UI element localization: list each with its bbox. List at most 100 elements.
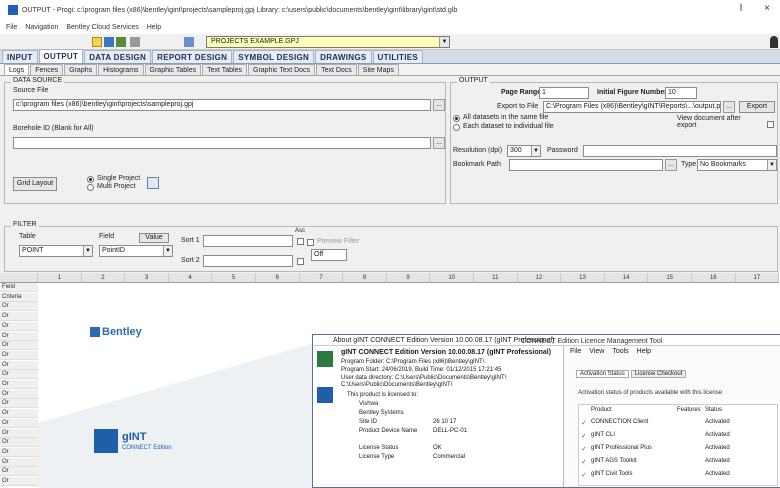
user-icon[interactable] [770, 36, 778, 48]
tab-drawings[interactable]: DRAWINGS [315, 50, 372, 63]
project-combo[interactable]: PROJECTS EXAMPLE.GPJ ▼ [206, 36, 450, 48]
subtab-fences[interactable]: Fences [30, 64, 64, 75]
sort2-asc-checkbox[interactable] [297, 258, 304, 265]
grid-row-header[interactable]: Or [0, 418, 38, 428]
bookmark-type-combo[interactable]: No Bookmarks ▼ [697, 159, 777, 171]
grid-column-header[interactable]: 1 [38, 273, 82, 283]
password-input[interactable] [583, 145, 777, 157]
grid-row-header[interactable]: Or [0, 477, 38, 486]
tab-license-checkout[interactable]: License Checkout [630, 370, 687, 378]
license-menu-file[interactable]: File [570, 348, 581, 355]
license-menu-help[interactable]: Help [637, 348, 651, 355]
subtab-site-maps[interactable]: Site Maps [357, 64, 399, 75]
grid-row-header[interactable]: Or [0, 409, 38, 419]
grid-row-header[interactable]: Or [0, 380, 38, 389]
grid-column-header[interactable]: 3 [125, 273, 169, 283]
grid-row-header[interactable]: Or [0, 467, 38, 477]
grid-row-header[interactable]: Or [0, 350, 38, 360]
preview-filter-checkbox[interactable] [307, 239, 314, 246]
chevron-down-icon[interactable]: ▼ [163, 246, 172, 256]
project-settings-icon[interactable] [147, 177, 159, 189]
open-icon[interactable] [104, 37, 114, 47]
grid-row-header[interactable]: Or [0, 428, 38, 438]
grid-column-header[interactable]: 6 [256, 273, 300, 283]
grid-column-header[interactable]: 7 [299, 273, 344, 283]
close-button[interactable]: × [760, 3, 774, 17]
grid-row-header[interactable]: Or [0, 360, 38, 370]
grid-row-header[interactable]: Or [0, 447, 38, 457]
view-document-checkbox[interactable] [767, 121, 774, 128]
each-dataset-radio[interactable] [453, 124, 460, 131]
print-icon[interactable] [130, 37, 140, 47]
tab-output[interactable]: OUTPUT [38, 49, 84, 63]
single-project-radio[interactable] [87, 176, 94, 183]
grid-layout-button[interactable]: Grid Layout [13, 177, 57, 191]
chevron-down-icon[interactable]: ▼ [439, 37, 449, 47]
tab-report-design[interactable]: REPORT DESIGN [152, 50, 233, 63]
minimize-button[interactable]: ǀ [734, 3, 748, 17]
subtab-histograms[interactable]: Histograms [98, 64, 144, 75]
license-menu-view[interactable]: View [589, 348, 604, 355]
grid-row-header[interactable]: Or [0, 438, 38, 448]
borehole-browse-button[interactable]: ... [433, 137, 445, 149]
bookmark-path-input[interactable] [509, 159, 663, 171]
resolution-combo[interactable]: 300 ▼ [507, 145, 541, 157]
tab-utilities[interactable]: UTILITIES [372, 50, 424, 63]
chevron-down-icon[interactable]: ▼ [83, 246, 92, 256]
multi-project-radio[interactable] [87, 184, 94, 191]
tab-input[interactable]: INPUT [2, 50, 38, 63]
grid-row-header[interactable]: Or [0, 341, 38, 351]
grid-column-header[interactable]: 16 [692, 273, 736, 283]
subtab-text-tables[interactable]: Text Tables [202, 64, 247, 75]
source-file-input[interactable]: c:\program files (x86)\bentley\gint\proj… [13, 99, 431, 111]
all-datasets-radio[interactable] [453, 115, 460, 122]
grid-column-header[interactable]: 4 [168, 273, 213, 283]
page-range-input[interactable]: 1 [539, 87, 589, 99]
grid-column-header[interactable]: 13 [561, 273, 605, 283]
sort1-input[interactable] [203, 235, 293, 247]
export-button[interactable]: Export [739, 101, 775, 113]
subtab-graphic-tables[interactable]: Graphic Tables [144, 64, 202, 75]
grid-row-header[interactable]: Or [0, 399, 38, 409]
borehole-input[interactable] [13, 137, 431, 149]
bookmark-browse-button[interactable]: ... [665, 159, 677, 171]
chevron-down-icon[interactable]: ▼ [767, 160, 776, 170]
grid-column-header[interactable]: 9 [386, 273, 431, 283]
grid-column-header[interactable]: 12 [517, 273, 562, 283]
export-file-browse-button[interactable]: ... [723, 101, 735, 113]
subtab-logs[interactable]: Logs [4, 64, 30, 75]
grid-row-header[interactable]: Or [0, 312, 38, 322]
subtab-graphs[interactable]: Graphs [64, 64, 98, 75]
grid-row-header[interactable]: Or [0, 370, 38, 380]
grid-column-header[interactable]: 11 [474, 273, 518, 283]
tab-activation-status[interactable]: Activation Status [576, 370, 629, 378]
export-file-input[interactable]: C:\Program Files (x86)\Bentley\gINT\Repo… [543, 101, 721, 113]
menu-navigation[interactable]: Navigation [25, 24, 58, 31]
grid-row-header[interactable]: Field [0, 283, 38, 292]
subtab-graphic-text-docs[interactable]: Graphic Text Docs [248, 64, 316, 75]
new-icon[interactable] [92, 37, 102, 47]
chevron-down-icon[interactable]: ▼ [531, 146, 540, 156]
filter-table-combo[interactable]: POINT ▼ [19, 245, 93, 257]
menu-cloud-services[interactable]: Bentley Cloud Services [66, 24, 138, 31]
license-menu-tools[interactable]: Tools [612, 348, 628, 355]
sort2-input[interactable] [203, 255, 293, 267]
tab-symbol-design[interactable]: SYMBOL DESIGN [233, 50, 315, 63]
menu-help[interactable]: Help [147, 24, 161, 31]
filter-value-button[interactable]: Value [139, 233, 169, 243]
grid-row-header[interactable]: Or [0, 331, 38, 341]
grid-row-header[interactable]: Criteria [0, 292, 38, 302]
grid-row-header[interactable]: Or [0, 457, 38, 467]
grid-column-header[interactable]: 10 [430, 273, 474, 283]
grid-column-header[interactable]: 8 [343, 273, 387, 283]
preview-filter-value[interactable]: Off [311, 249, 347, 261]
grid-row-header[interactable]: Or [0, 389, 38, 399]
filter-field-combo[interactable]: PointID ▼ [99, 245, 173, 257]
initial-figure-input[interactable]: 10 [665, 87, 697, 99]
grid-column-header[interactable]: 15 [648, 273, 692, 283]
grid-column-header[interactable]: 5 [212, 273, 256, 283]
grid-row-header[interactable]: Or [0, 302, 38, 312]
grid-column-header[interactable]: 2 [81, 273, 126, 283]
subtab-text-docs[interactable]: Text Docs [316, 64, 357, 75]
grid-column-header[interactable]: 14 [604, 273, 649, 283]
